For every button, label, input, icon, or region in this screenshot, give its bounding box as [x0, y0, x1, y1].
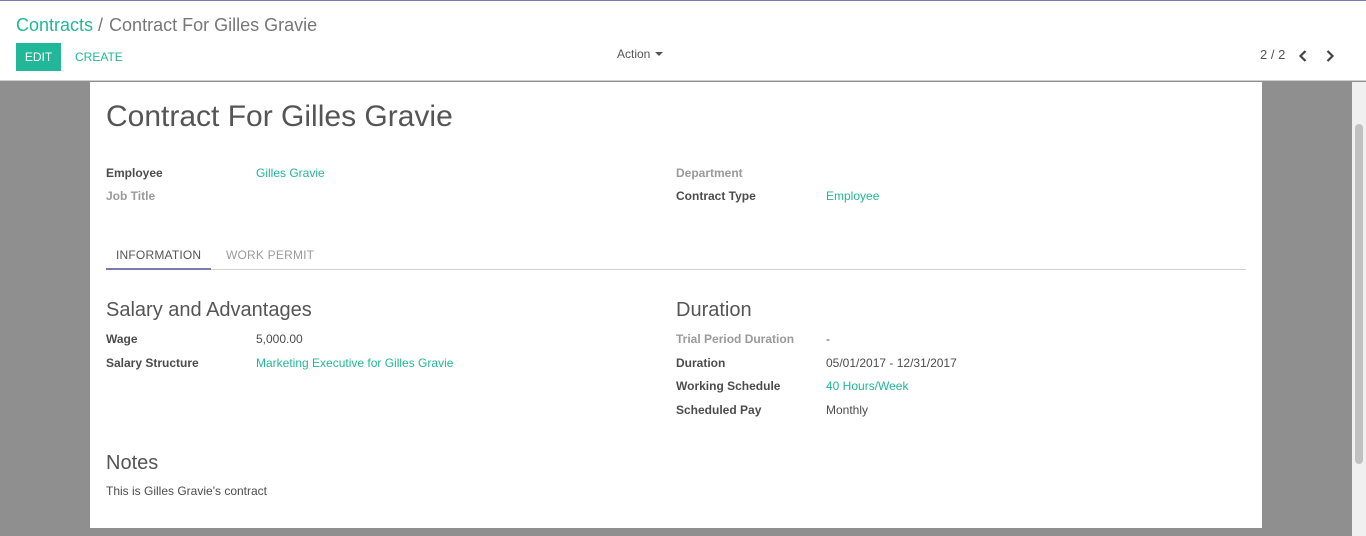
- notes-section-title: Notes: [106, 452, 159, 474]
- duration-label: Duration: [676, 356, 726, 370]
- job-title-label: Job Title: [106, 189, 156, 203]
- notebook-tabs: INFORMATION WORK PERMIT: [106, 243, 1246, 270]
- salary-structure-label: Salary Structure: [106, 356, 199, 370]
- action-dropdown[interactable]: Action: [617, 45, 664, 63]
- tab-work-permit[interactable]: WORK PERMIT: [216, 243, 324, 270]
- trial-period-value: -: [826, 332, 830, 346]
- employee-label: Employee: [106, 166, 163, 180]
- trial-period-label: Trial Period Duration: [676, 332, 795, 346]
- chevron-left-icon: [1298, 50, 1307, 62]
- action-dropdown-label: Action: [617, 47, 651, 61]
- scheduled-pay-value: Monthly: [826, 403, 869, 417]
- edit-button[interactable]: EDIT: [16, 43, 61, 71]
- control-panel: Contracts / Contract For Gilles Gravie EDI…: [0, 0, 1366, 81]
- pager-previous-button[interactable]: [1296, 48, 1310, 64]
- notes-text: This is Gilles Gravie's contract: [106, 484, 267, 498]
- salary-structure-link[interactable]: Marketing Executive for Gilles Gravie: [256, 356, 453, 370]
- caret-down-icon: [655, 52, 664, 56]
- contract-type-label: Contract Type: [676, 189, 756, 203]
- pager-next-button[interactable]: [1323, 48, 1337, 64]
- pager-value[interactable]: 2 / 2: [1260, 47, 1285, 62]
- contract-type-link[interactable]: Employee: [826, 189, 879, 203]
- create-button[interactable]: CREATE: [68, 43, 130, 71]
- department-label: Department: [676, 166, 743, 180]
- contract-title: Contract For Gilles Gravie: [106, 100, 453, 133]
- chevron-right-icon: [1326, 50, 1335, 62]
- working-schedule-label: Working Schedule: [676, 379, 781, 393]
- scheduled-pay-label: Scheduled Pay: [676, 403, 762, 417]
- form-sheet: Contract For Gilles Gravie Employee Gill…: [90, 82, 1262, 528]
- breadcrumb-current: Contract For Gilles Gravie: [109, 15, 318, 35]
- working-schedule-link[interactable]: 40 Hours/Week: [826, 379, 908, 393]
- scrollbar-thumb[interactable]: [1355, 124, 1363, 464]
- employee-link[interactable]: Gilles Gravie: [256, 166, 325, 180]
- salary-section-title: Salary and Advantages: [106, 299, 312, 321]
- vertical-scrollbar[interactable]: [1352, 82, 1366, 536]
- breadcrumb-separator: /: [98, 15, 104, 35]
- duration-value: 05/01/2017 - 12/31/2017: [826, 356, 957, 370]
- breadcrumb-contracts-link[interactable]: Contracts: [16, 15, 93, 35]
- tab-information[interactable]: INFORMATION: [106, 243, 212, 270]
- duration-section-title: Duration: [676, 299, 752, 321]
- wage-value: 5,000.00: [256, 332, 303, 346]
- breadcrumb: Contracts / Contract For Gilles Gravie: [16, 14, 317, 36]
- wage-label: Wage: [106, 332, 138, 346]
